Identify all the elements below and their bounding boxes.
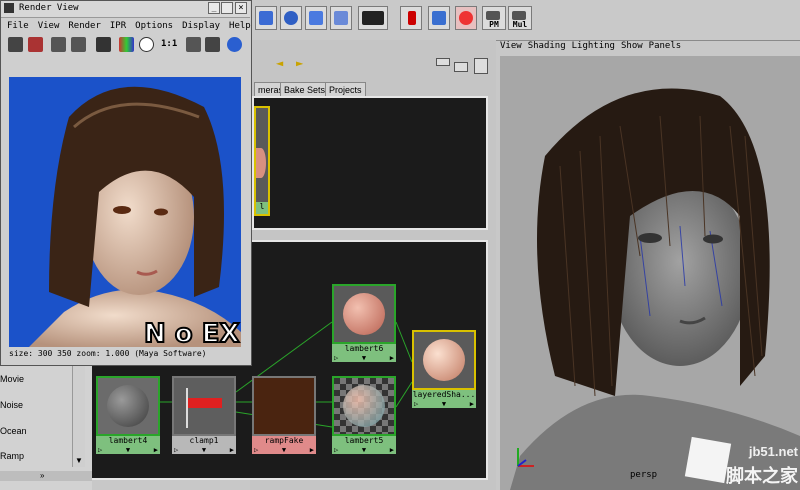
vp-menu-lighting[interactable]: Lighting (572, 41, 615, 51)
node-ports[interactable]: ▷ ▼ ▶ (96, 446, 160, 454)
node-layered-shader[interactable]: layeredSha... ▷ ▼ ▶ (412, 330, 476, 408)
watermark-text: 脚本之家 (726, 466, 798, 486)
sphere-icon (343, 385, 385, 427)
shelf-bar: PM Mul (250, 0, 800, 41)
tab-bake-sets[interactable]: Bake Sets (280, 82, 330, 97)
vp-menu-shading[interactable]: Shading (528, 41, 566, 51)
close-icon[interactable]: × (235, 2, 247, 14)
render-icon[interactable] (8, 37, 23, 52)
node-ports[interactable]: ▷ ▼ ▶ (412, 400, 476, 408)
menu-display[interactable]: Display (182, 21, 220, 31)
list-footer[interactable]: » (0, 471, 92, 481)
vp-menu-panels[interactable]: Panels (649, 41, 682, 51)
node-lambert4[interactable]: lambert4 ▷ ▼ ▶ (96, 376, 160, 454)
hypershade-icon[interactable] (330, 6, 352, 30)
camera-label: persp (630, 470, 658, 480)
watermark-logo-icon (684, 436, 732, 484)
rendered-portrait: N o EX (29, 86, 241, 347)
vp-menu-show[interactable]: Show (621, 41, 643, 51)
minimize-icon[interactable]: _ (208, 2, 220, 14)
ipr-icon[interactable] (280, 6, 302, 30)
vp-menu-view[interactable]: View (500, 41, 522, 51)
menu-options[interactable]: Options (135, 21, 173, 31)
node-label: lambert6 (332, 344, 396, 354)
menu-file[interactable]: File (7, 21, 29, 31)
clamp-graph-icon (188, 398, 222, 408)
watermark-url: jb51.net (748, 444, 798, 459)
ipr-render-icon[interactable] (51, 37, 66, 52)
pm-label: PM (489, 20, 499, 29)
sphere-icon (343, 293, 385, 335)
pm-icon[interactable]: PM (482, 6, 506, 30)
node-label: layeredSha... (412, 390, 476, 400)
arrow-right-icon[interactable]: ► (296, 56, 303, 70)
ipr-refresh-icon[interactable] (71, 37, 86, 52)
double-chevron-icon: » (40, 471, 45, 480)
menu-help[interactable]: Help (229, 21, 251, 31)
render-view-toolbar: 1:1 (1, 34, 250, 56)
watermark: jb51.net 脚本之家 (678, 436, 800, 490)
rendered-image: N o EX (9, 77, 241, 347)
node-lambert6[interactable]: lambert6 ▷ ▼ ▶ (332, 284, 396, 362)
hypershade-tabs: meras Bake Sets Projects (250, 82, 496, 97)
lights-icon[interactable] (400, 6, 422, 30)
node-ports[interactable]: ▷ ▼ ▶ (332, 446, 396, 454)
render-settings-icon[interactable] (227, 37, 242, 52)
list-scrollbar[interactable]: ▼ (72, 365, 85, 467)
ratio-button[interactable]: 1:1 (161, 39, 177, 49)
render-view-menubar: File View Render IPR Options Display Help (1, 18, 256, 34)
render-region-icon[interactable] (28, 37, 43, 52)
node-lambert5[interactable]: lambert5 ▷ ▼ ▶ (332, 376, 396, 454)
node-ports[interactable]: ▷ ▼ ▶ (172, 446, 236, 454)
layout-split-icon[interactable] (474, 58, 488, 74)
clamp-axis-icon (186, 388, 188, 428)
list-item-ocean[interactable]: Ocean (0, 426, 27, 436)
material-swatch-panel: l (252, 96, 488, 230)
node-clamp1[interactable]: clamp1 ▷ ▼ ▶ (172, 376, 236, 454)
render-view-titlebar: Render View _ × (1, 1, 250, 18)
layout-bottom-icon[interactable] (454, 62, 468, 72)
node-ports[interactable]: ▷ ▼ ▶ (332, 354, 396, 362)
mul-icon[interactable]: Mul (508, 6, 532, 30)
node-label: clamp1 (172, 436, 236, 446)
menu-ipr[interactable]: IPR (110, 21, 126, 31)
menu-render[interactable]: Render (68, 21, 101, 31)
render-settings-icon[interactable] (305, 6, 327, 30)
alpha-channel-icon[interactable] (139, 37, 154, 52)
material-swatch[interactable]: l (254, 106, 270, 216)
render-status: size: 300 350 zoom: 1.000 (Maya Software… (9, 349, 207, 358)
texture-list: Movie Noise Ocean Ramp ▼ » (0, 365, 92, 490)
layout-top-icon[interactable] (436, 58, 450, 66)
viewport-menubar: View Shading Lighting Show Panels (500, 41, 800, 55)
swatch-sphere-icon (256, 148, 266, 178)
menu-view[interactable]: View (38, 21, 60, 31)
list-item-movie[interactable]: Movie (0, 374, 24, 384)
render-region-icon[interactable] (455, 6, 477, 30)
node-label: rampFake (252, 436, 316, 446)
node-label: lambert5 (332, 436, 396, 446)
window-title: Render View (19, 3, 79, 13)
maya-logo-icon (4, 3, 14, 13)
perspective-viewport[interactable]: persp (500, 56, 800, 490)
node-label: lambert4 (96, 436, 160, 446)
node-rampfake[interactable]: rampFake ▷ ▼ ▶ (252, 376, 316, 454)
noex-logo: N o EX (144, 319, 240, 347)
tab-projects[interactable]: Projects (325, 82, 366, 97)
list-item-noise[interactable]: Noise (0, 400, 23, 410)
swatch-label: l (256, 202, 268, 214)
viewport-model (510, 88, 800, 490)
remove-image-icon[interactable] (205, 37, 220, 52)
snapshot-icon[interactable] (96, 37, 111, 52)
keep-image-icon[interactable] (186, 37, 201, 52)
rgb-channel-icon[interactable] (119, 37, 134, 52)
mul-label: Mul (512, 20, 528, 29)
maximize-icon[interactable] (221, 2, 233, 14)
arrow-left-icon[interactable]: ◄ (276, 56, 283, 70)
sphere-icon (107, 385, 149, 427)
sphere-icon (423, 339, 465, 381)
list-item-ramp[interactable]: Ramp (0, 451, 24, 461)
scroll-down-icon[interactable]: ▼ (75, 456, 83, 465)
paint-effects-icon[interactable] (428, 6, 450, 30)
node-ports[interactable]: ▷ ▼ ▶ (252, 446, 316, 454)
